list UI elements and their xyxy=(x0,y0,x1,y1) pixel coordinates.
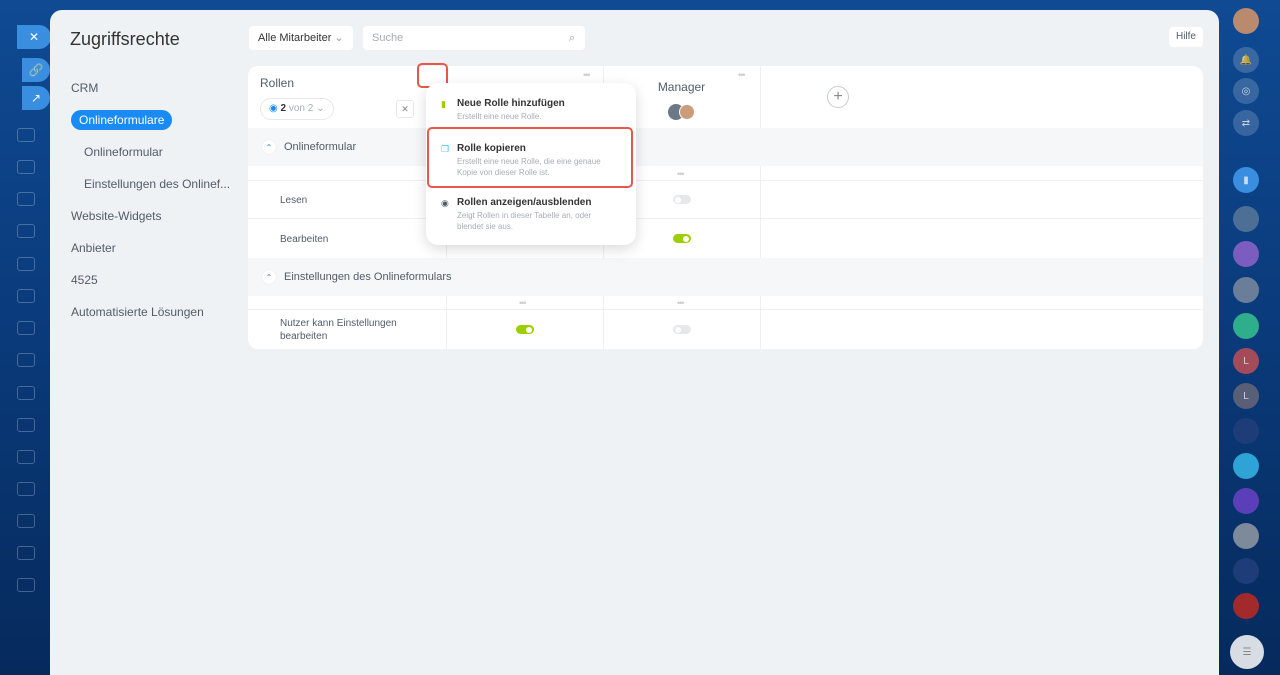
search-input[interactable]: Suche ⌕ xyxy=(363,26,585,50)
chat-avatar[interactable]: L xyxy=(1233,348,1259,374)
eye-icon: ◉ xyxy=(269,103,278,114)
open-external-button[interactable]: ↗ xyxy=(22,86,50,110)
close-button[interactable]: ✕ xyxy=(17,25,51,49)
link-button[interactable]: 🔗 xyxy=(22,58,50,82)
nav-item-crm[interactable]: CRM xyxy=(62,72,230,104)
menu-item-toggle-roles[interactable]: ◉ Rollen anzeigen/ausblenden Zeigt Rollen … xyxy=(426,197,636,232)
calendar-icon[interactable] xyxy=(17,160,35,174)
table-row: Bearbeiten xyxy=(248,218,1203,258)
section-title: Onlineformular xyxy=(284,141,357,153)
collapse-button[interactable]: ✕ xyxy=(396,100,414,118)
chevron-down-icon: ⌄ xyxy=(316,103,325,114)
left-sidebar: ✕ 🔗 ↗ xyxy=(0,0,51,675)
menu-item-desc: Zeigt Rollen in dieser Tabelle an, oder … xyxy=(457,211,592,231)
edit-document-icon[interactable] xyxy=(17,514,35,528)
nav-item-einstellungen[interactable]: Einstellungen des Onlinef... xyxy=(62,168,230,200)
chat-avatar[interactable] xyxy=(1233,313,1259,339)
chat-avatar[interactable] xyxy=(1233,453,1259,479)
table-row: Lesen xyxy=(248,180,1203,218)
chat-avatar[interactable] xyxy=(1233,206,1259,232)
nav-item-website-widgets[interactable]: Website-Widgets xyxy=(62,200,230,232)
chat-avatar[interactable] xyxy=(1233,241,1259,267)
team-icon[interactable] xyxy=(17,321,35,335)
nav-item-onlineformulare[interactable]: Onlineformulare xyxy=(71,110,173,130)
eye-icon: ◉ xyxy=(441,198,449,208)
menu-item-desc: Erstellt eine neue Rolle. xyxy=(457,112,542,121)
section-einstellungen[interactable]: ⌃ Einstellungen des Onlineformulars xyxy=(248,258,1203,296)
nav-item-4525[interactable]: 4525 xyxy=(62,264,230,296)
add-role-button[interactable]: + xyxy=(827,86,849,108)
nav-item-anbieter[interactable]: Anbieter xyxy=(62,232,230,264)
cart-icon[interactable] xyxy=(17,578,35,592)
visible-count: 2 xyxy=(280,103,287,114)
chevron-up-icon: ⌃ xyxy=(262,270,276,284)
bookmark-icon[interactable]: ▮ xyxy=(1233,167,1259,193)
help-button[interactable]: Hilfe xyxy=(1168,27,1203,47)
bell-icon[interactable]: 🔔 xyxy=(1233,47,1259,73)
row-label: Nutzer kann Einstellungen bearbeiten xyxy=(280,318,397,342)
menu-button[interactable]: ☰ xyxy=(1230,635,1264,669)
toggle-manager-einstellungen[interactable] xyxy=(673,325,691,334)
menu-item-title: Rollen anzeigen/ausblenden xyxy=(457,197,592,208)
hexagon-icon[interactable] xyxy=(17,353,35,367)
section-onlineformular[interactable]: ⌃ Onlineformular xyxy=(248,128,1203,166)
copilot-icon[interactable]: ◎ xyxy=(1233,78,1259,104)
chat-avatar[interactable] xyxy=(1233,488,1259,514)
visible-total: von 2 xyxy=(288,103,314,114)
settings-nav: CRM Onlineformulare Onlineformular Einst… xyxy=(62,72,230,328)
document-icon[interactable] xyxy=(17,192,35,206)
menu-item-title: Neue Rolle hinzufügen xyxy=(457,98,565,109)
search-icon: ⌕ xyxy=(568,32,575,44)
role-menu-dots[interactable]: ••• xyxy=(738,70,746,80)
menu-item-add-role[interactable]: ▮ Neue Rolle hinzufügen Erstellt eine neue… xyxy=(426,98,636,122)
chat-avatar[interactable] xyxy=(1233,523,1259,549)
row-label: Bearbeiten xyxy=(280,234,329,245)
section-title: Einstellungen des Onlineformulars xyxy=(284,271,452,283)
tasks-icon[interactable] xyxy=(17,224,35,238)
nav-item-onlineformular[interactable]: Onlineformular xyxy=(62,136,230,168)
user-avatar[interactable] xyxy=(1233,8,1259,34)
chevron-down-icon: ⌄ xyxy=(334,32,344,44)
chat-avatar[interactable]: L xyxy=(1233,383,1259,409)
row-label: Lesen xyxy=(280,195,308,206)
toggle-manager-bearbeiten[interactable] xyxy=(673,234,691,243)
toggle-manager-lesen[interactable] xyxy=(673,195,691,204)
search-placeholder: Suche xyxy=(372,32,404,44)
mail-icon[interactable] xyxy=(17,289,35,303)
robot-icon[interactable] xyxy=(17,546,35,560)
chat-avatar[interactable] xyxy=(1233,558,1259,584)
toggle-role1-einstellungen[interactable] xyxy=(516,325,534,334)
roles-header: Rollen xyxy=(260,76,295,90)
board-icon[interactable] xyxy=(17,386,35,400)
highlight-copy-role xyxy=(427,127,633,188)
permissions-table: Rollen ◉ 2 von 2 ⌄ ✕ ••• ••• Manager + ⌃… xyxy=(248,66,1203,349)
chat-icon[interactable] xyxy=(17,128,35,142)
table-row: Nutzer kann Einstellungen bearbeiten xyxy=(248,309,1203,349)
store-icon[interactable] xyxy=(17,482,35,496)
employee-filter[interactable]: Alle Mitarbeiter ⌄ xyxy=(249,26,353,50)
crm-icon[interactable] xyxy=(17,257,35,271)
manager-avatars xyxy=(668,104,698,122)
visible-roles-selector[interactable]: ◉ 2 von 2 ⌄ xyxy=(260,98,334,120)
chat-avatar[interactable] xyxy=(1233,277,1259,303)
filter-label: Alle Mitarbeiter xyxy=(258,32,332,44)
contact-card-icon[interactable] xyxy=(17,450,35,464)
chevron-up-icon: ⌃ xyxy=(262,140,276,154)
chat-avatar[interactable] xyxy=(1233,593,1259,619)
filter-icon[interactable] xyxy=(17,418,35,432)
page-title: Zugriffsrechte xyxy=(70,29,180,49)
right-sidebar: 🔔 ◎ ⇄ ▮ L L ☰ xyxy=(1220,0,1280,675)
nav-item-automatisierte-loesungen[interactable]: Automatisierte Lösungen xyxy=(62,296,230,328)
chat-avatar[interactable] xyxy=(1233,418,1259,444)
add-role-icon: ▮ xyxy=(441,99,446,109)
role-menu-dots[interactable]: ••• xyxy=(583,70,591,80)
transfer-icon[interactable]: ⇄ xyxy=(1233,110,1259,136)
